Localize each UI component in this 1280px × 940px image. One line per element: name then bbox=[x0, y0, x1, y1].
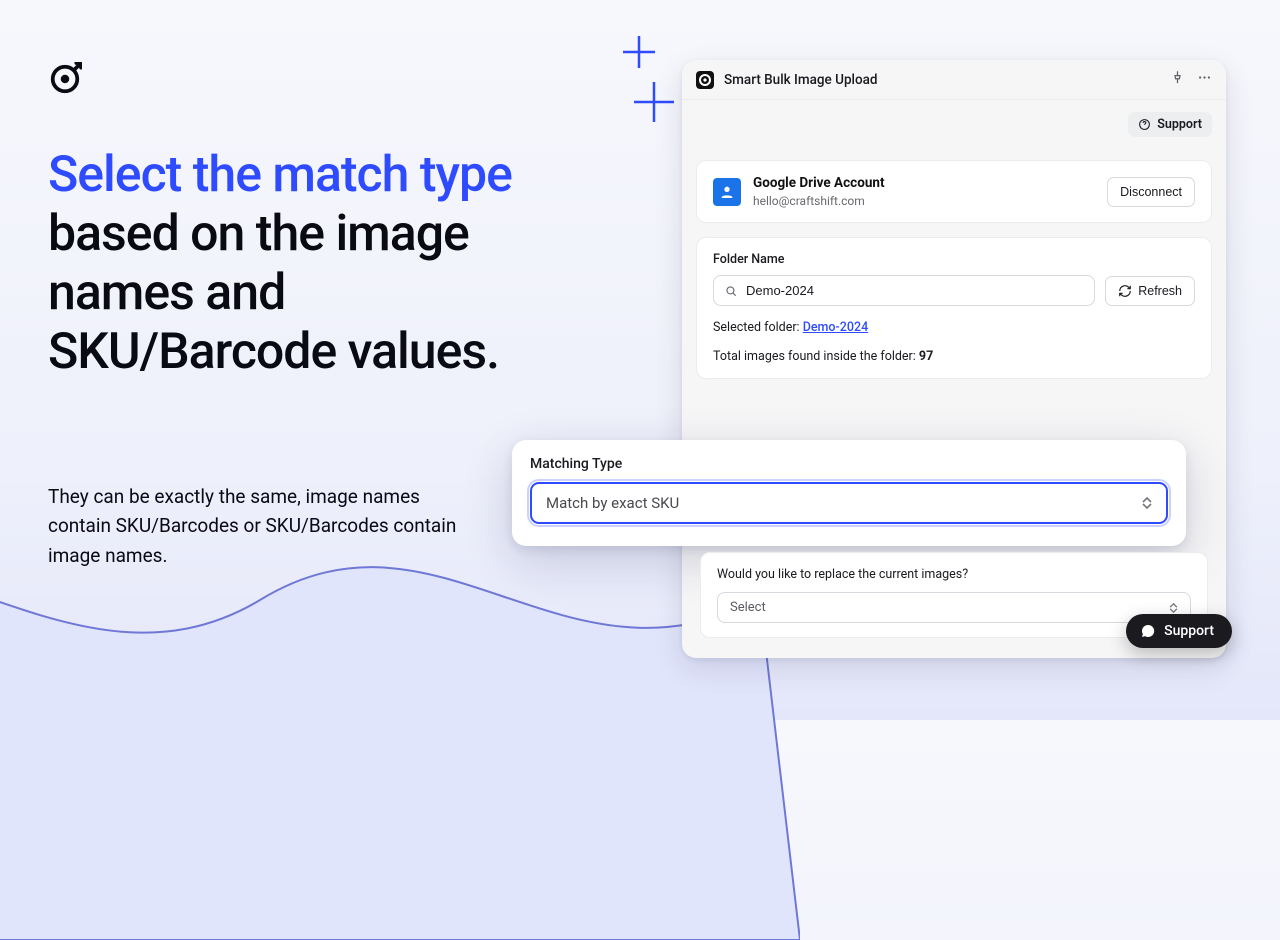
updown-chevron-icon bbox=[1142, 497, 1152, 509]
marketing-subheading: They can be exactly the same, image name… bbox=[48, 482, 468, 570]
disconnect-button-label: Disconnect bbox=[1120, 185, 1182, 199]
chat-bubble-icon bbox=[1140, 623, 1156, 639]
marketing-heading: Select the match type based on the image… bbox=[48, 146, 568, 382]
selected-folder-link[interactable]: Demo-2024 bbox=[803, 320, 869, 335]
refresh-button-label: Refresh bbox=[1138, 284, 1182, 298]
account-email: hello@craftshift.com bbox=[753, 194, 1107, 208]
plus-decoration-icon bbox=[621, 34, 657, 70]
total-images-prefix: Total images found inside the folder: bbox=[713, 349, 919, 364]
matching-type-callout: Matching Type Match by exact SKU bbox=[512, 440, 1186, 546]
matching-type-value: Match by exact SKU bbox=[546, 494, 679, 512]
account-title: Google Drive Account bbox=[753, 175, 1107, 191]
matching-type-label: Matching Type bbox=[530, 456, 1168, 472]
folder-name-label: Folder Name bbox=[713, 252, 1195, 267]
heading-accent: Select the match type bbox=[48, 146, 512, 204]
refresh-button[interactable]: Refresh bbox=[1105, 276, 1195, 306]
folder-search-input-wrap[interactable] bbox=[713, 275, 1095, 306]
floating-support-button[interactable]: Support bbox=[1126, 614, 1232, 648]
total-images-line: Total images found inside the folder: 97 bbox=[713, 349, 1195, 364]
replace-images-question: Would you like to replace the current im… bbox=[717, 567, 1191, 582]
titlebar: Smart Bulk Image Upload bbox=[682, 60, 1226, 100]
plus-decoration-icon bbox=[632, 80, 676, 124]
search-icon bbox=[724, 284, 738, 298]
folder-search-input[interactable] bbox=[746, 283, 1084, 298]
background-wave bbox=[0, 340, 800, 940]
pin-icon[interactable] bbox=[1170, 70, 1185, 89]
replace-images-placeholder: Select bbox=[730, 600, 766, 615]
selected-folder-prefix: Selected folder: bbox=[713, 320, 803, 335]
account-card: Google Drive Account hello@craftshift.co… bbox=[696, 160, 1212, 223]
app-logo bbox=[48, 62, 82, 96]
support-button-label: Support bbox=[1157, 117, 1202, 132]
selected-folder-line: Selected folder: Demo-2024 bbox=[713, 320, 1195, 335]
support-button[interactable]: Support bbox=[1128, 112, 1212, 137]
google-account-avatar bbox=[713, 178, 741, 206]
app-mini-logo bbox=[696, 71, 714, 89]
total-images-count: 97 bbox=[919, 349, 933, 364]
more-icon[interactable] bbox=[1197, 70, 1212, 89]
disconnect-button[interactable]: Disconnect bbox=[1107, 177, 1195, 207]
refresh-icon bbox=[1118, 284, 1132, 298]
floating-support-label: Support bbox=[1164, 623, 1214, 639]
heading-rest: based on the image names and SKU/Barcode… bbox=[48, 205, 499, 381]
matching-type-select[interactable]: Match by exact SKU bbox=[530, 482, 1168, 524]
folder-card: Folder Name Refresh Selected folder: Dem… bbox=[696, 237, 1212, 379]
replace-images-select[interactable]: Select bbox=[717, 592, 1191, 623]
updown-chevron-icon bbox=[1169, 603, 1178, 613]
app-title: Smart Bulk Image Upload bbox=[724, 72, 1160, 88]
question-circle-icon bbox=[1138, 118, 1151, 131]
